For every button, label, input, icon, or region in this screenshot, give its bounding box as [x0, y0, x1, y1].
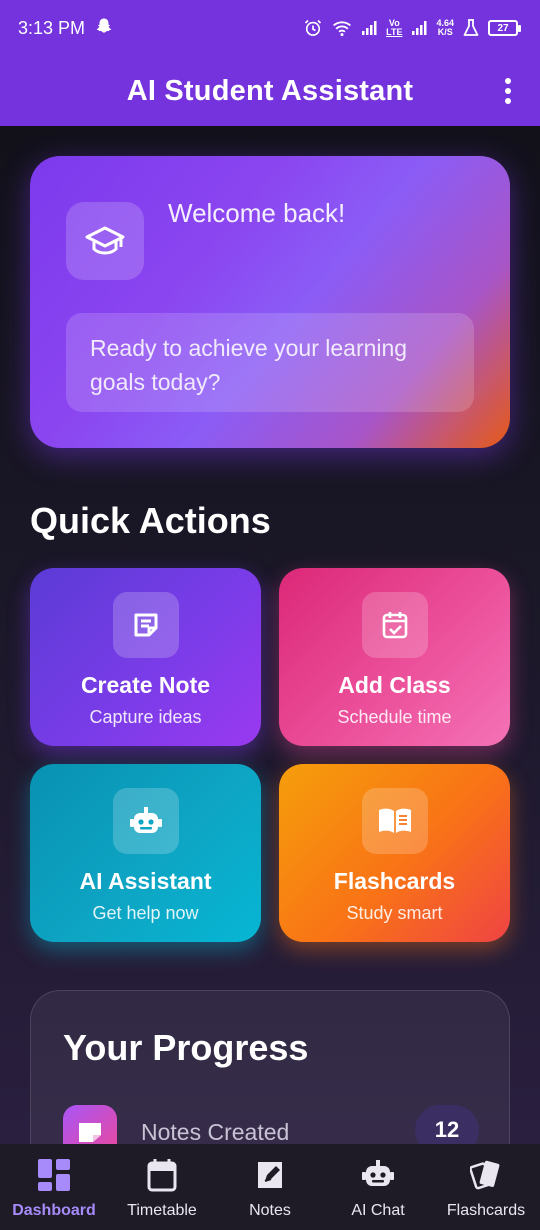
create-note-subtitle: Capture ideas: [89, 707, 202, 727]
create-note-title: Create Note: [80, 672, 211, 698]
nav-item-notes[interactable]: Notes: [216, 1144, 324, 1230]
signal-icon: [361, 20, 377, 36]
ai-assistant-button[interactable]: AI Assistant Get help now: [30, 764, 261, 942]
graduation-cap-icon: [66, 202, 144, 280]
robot-icon: [361, 1158, 395, 1192]
menu-dot: [505, 88, 511, 94]
calendar-check-icon: [361, 592, 428, 658]
welcome-card: Welcome back! Ready to achieve your lear…: [30, 156, 510, 448]
add-class-title: Add Class: [338, 672, 451, 698]
overflow-menu-button[interactable]: [502, 76, 514, 106]
wifi-icon: [332, 19, 352, 37]
flashcards-title: Flashcards: [333, 868, 456, 894]
menu-dot: [505, 98, 511, 104]
network-speed: 4.64 K/S: [436, 18, 454, 37]
calendar-icon: [147, 1158, 177, 1192]
robot-icon: [112, 788, 179, 854]
battery-indicator: 27: [488, 20, 521, 36]
progress-row-label: Notes Created: [141, 1119, 290, 1144]
welcome-message: Ready to achieve your learning goals tod…: [66, 313, 474, 412]
ai-assistant-subtitle: Get help now: [92, 903, 199, 923]
status-time: 3:13 PM: [18, 17, 86, 38]
nav-label-ai-chat: AI Chat: [351, 1202, 405, 1219]
welcome-title: Welcome back!: [168, 198, 346, 228]
signal-icon-2: [411, 20, 427, 36]
note-edit-icon: [255, 1158, 285, 1192]
menu-dot: [505, 78, 511, 84]
snapchat-icon: [95, 17, 113, 40]
progress-row-notes: Notes Created 12: [63, 1105, 479, 1144]
note-icon: [112, 592, 179, 658]
nav-label-notes: Notes: [249, 1202, 291, 1219]
nav-item-timetable[interactable]: Timetable: [108, 1144, 216, 1230]
bottom-navigation: Dashboard Timetable Notes AI Chat Flashc…: [0, 1144, 540, 1230]
note-icon: [63, 1105, 117, 1144]
add-class-subtitle: Schedule time: [337, 707, 452, 727]
cards-icon: [470, 1158, 502, 1192]
dashboard-icon: [37, 1158, 71, 1192]
progress-title: Your Progress: [63, 1027, 309, 1068]
add-class-button[interactable]: Add Class Schedule time: [279, 568, 510, 746]
progress-card: Your Progress Notes Created 12: [30, 990, 510, 1144]
ai-assistant-title: AI Assistant: [79, 868, 212, 894]
nav-label-flashcards: Flashcards: [446, 1202, 526, 1219]
nav-item-ai-chat[interactable]: AI Chat: [324, 1144, 432, 1230]
dashboard-content[interactable]: Welcome back! Ready to achieve your lear…: [0, 126, 540, 1144]
quick-actions-title: Quick Actions: [30, 500, 271, 541]
flask-icon: [463, 19, 479, 37]
app-bar: AI Student Assistant: [0, 56, 540, 126]
alarm-icon: [303, 18, 323, 38]
nav-label-dashboard: Dashboard: [12, 1202, 96, 1219]
nav-label-timetable: Timetable: [127, 1202, 197, 1219]
status-bar: 3:13 PM Vo LTE 4.64 K/S 27: [0, 0, 540, 56]
nav-item-dashboard[interactable]: Dashboard: [0, 1144, 108, 1230]
flashcards-button[interactable]: Flashcards Study smart: [279, 764, 510, 942]
nav-item-flashcards[interactable]: Flashcards: [432, 1144, 540, 1230]
app-title: AI Student Assistant: [126, 74, 414, 107]
progress-row-count: 12: [415, 1105, 479, 1144]
volte-indicator: Vo LTE: [386, 18, 403, 37]
create-note-button[interactable]: Create Note Capture ideas: [30, 568, 261, 746]
open-book-icon: [361, 788, 428, 854]
flashcards-subtitle: Study smart: [346, 903, 443, 923]
